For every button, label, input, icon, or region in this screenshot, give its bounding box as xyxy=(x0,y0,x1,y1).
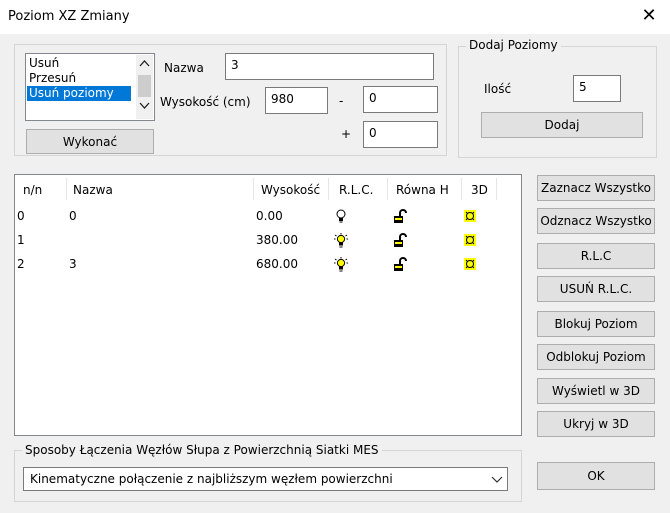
cell-height: 380.00 xyxy=(256,233,298,247)
column-divider xyxy=(496,178,497,200)
column-divider xyxy=(461,178,462,200)
cell-name: 0 xyxy=(69,209,77,223)
connection-method-select[interactable]: Kinematyczne połączenie z najbliższym wę… xyxy=(23,467,508,491)
plus-offset-field[interactable]: 0 xyxy=(363,121,438,148)
add-levels-group xyxy=(458,46,657,158)
list-scrollbar[interactable] xyxy=(136,55,153,119)
lock-level-button[interactable]: Blokuj Poziom xyxy=(537,311,655,337)
connection-method-group-label: Sposoby Łączenia Węzłów Słupa z Powierzc… xyxy=(22,443,382,457)
connection-method-value: Kinematyczne połączenie z najbliższym wę… xyxy=(30,472,393,486)
table-row[interactable]: 1 380.00 xyxy=(15,231,521,251)
minus-label: - xyxy=(339,94,344,108)
column-header-height[interactable]: Wysokość xyxy=(261,183,320,197)
cell-name: 3 xyxy=(69,257,77,271)
cell-nn: 1 xyxy=(17,233,25,247)
minus-offset-field[interactable]: 0 xyxy=(363,86,438,113)
list-item[interactable]: Usuń xyxy=(27,56,135,71)
height-field[interactable]: 980 xyxy=(265,87,328,114)
ok-button[interactable]: OK xyxy=(537,462,655,490)
column-divider xyxy=(328,178,329,200)
column-header-name[interactable]: Nazwa xyxy=(73,183,113,197)
unlocked-padlock-icon[interactable] xyxy=(392,256,408,272)
cell-nn: 2 xyxy=(17,257,25,271)
hide-in-3d-button[interactable]: Ukryj w 3D xyxy=(537,411,655,437)
cell-height: 0.00 xyxy=(256,209,283,223)
select-all-button[interactable]: Zaznacz Wszystko xyxy=(537,175,655,201)
column-divider xyxy=(66,178,67,200)
column-header-equal-h[interactable]: Równa H xyxy=(396,183,449,197)
cell-height: 680.00 xyxy=(256,257,298,271)
view-3d-icon[interactable] xyxy=(462,208,478,224)
scrollbar-thumb[interactable] xyxy=(138,75,151,97)
name-field[interactable]: 3 xyxy=(225,53,434,80)
column-header-rlc[interactable]: R.L.C. xyxy=(339,183,373,197)
column-divider xyxy=(253,178,254,200)
column-divider xyxy=(387,178,388,200)
count-label: Ilość xyxy=(484,82,512,96)
show-in-3d-button[interactable]: Wyświetl w 3D xyxy=(537,378,655,404)
rlc-button[interactable]: R.L.C xyxy=(537,243,655,269)
column-header-nn[interactable]: n/n xyxy=(23,183,42,197)
table-row[interactable]: 0 0 0.00 xyxy=(15,207,521,227)
delete-rlc-button[interactable]: USUŃ R.L.C. xyxy=(537,276,655,302)
plus-label: + xyxy=(341,127,352,141)
chevron-up-icon[interactable] xyxy=(139,59,150,67)
list-item[interactable]: Przesuń xyxy=(27,71,135,86)
add-button[interactable]: Dodaj xyxy=(481,112,643,138)
window-title: Poziom XZ Zmiany xyxy=(8,9,130,24)
column-header-3d[interactable]: 3D xyxy=(471,183,488,197)
unlock-level-button[interactable]: Odblokuj Poziom xyxy=(537,344,655,370)
unlocked-padlock-icon[interactable] xyxy=(392,232,408,248)
view-3d-icon[interactable] xyxy=(462,232,478,248)
operations-list[interactable]: Usuń Przesuń Usuń poziomy xyxy=(25,53,155,121)
chevron-down-icon[interactable] xyxy=(139,102,150,110)
levels-table[interactable]: n/n Nazwa Wysokość R.L.C. Równa H 3D 0 0… xyxy=(14,174,522,436)
bulb-on-icon[interactable] xyxy=(333,232,349,248)
close-icon[interactable]: ✕ xyxy=(638,5,660,27)
add-levels-group-label: Dodaj Poziomy xyxy=(466,38,561,52)
height-label: Wysokość (cm) xyxy=(160,95,251,109)
execute-button[interactable]: Wykonać xyxy=(26,129,154,154)
count-field[interactable]: 5 xyxy=(573,75,621,102)
deselect-all-button[interactable]: Odznacz Wszystko xyxy=(537,208,655,234)
name-label: Nazwa xyxy=(164,61,204,75)
view-3d-icon[interactable] xyxy=(462,256,478,272)
bulb-on-icon[interactable] xyxy=(333,256,349,272)
table-row[interactable]: 2 3 680.00 xyxy=(15,255,521,275)
list-item-selected[interactable]: Usuń poziomy xyxy=(27,86,131,101)
unlocked-padlock-icon[interactable] xyxy=(392,208,408,224)
cell-nn: 0 xyxy=(17,209,25,223)
bulb-off-icon[interactable] xyxy=(333,208,349,224)
chevron-down-icon[interactable] xyxy=(491,476,503,484)
